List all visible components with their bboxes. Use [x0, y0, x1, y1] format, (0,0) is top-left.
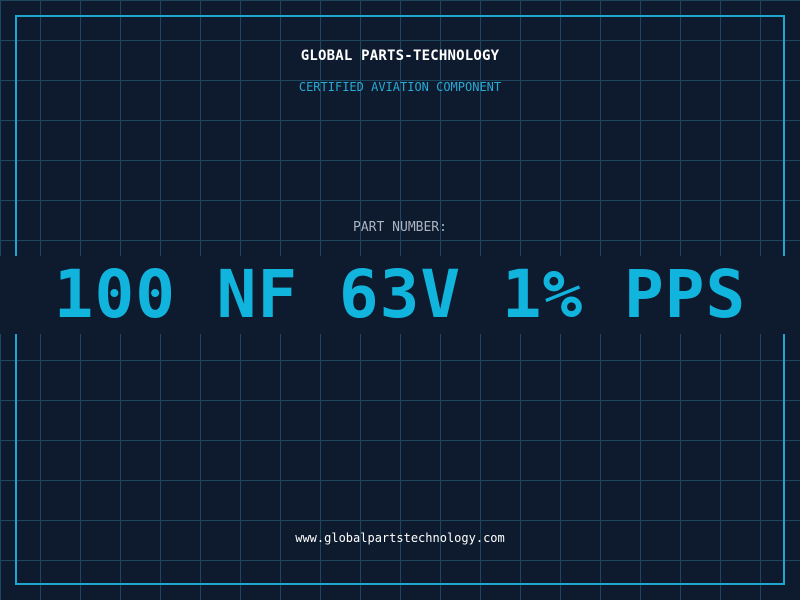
part-number-value: 100 NF 63V 1% PPS [53, 256, 747, 333]
part-number-label: PART NUMBER: [353, 220, 447, 235]
website-link[interactable]: www.globalpartstechnology.com [0, 531, 800, 545]
tagline: CERTIFIED AVIATION COMPONENT [298, 80, 502, 94]
brand-title: GLOBAL PARTS-TECHNOLOGY [300, 48, 500, 64]
